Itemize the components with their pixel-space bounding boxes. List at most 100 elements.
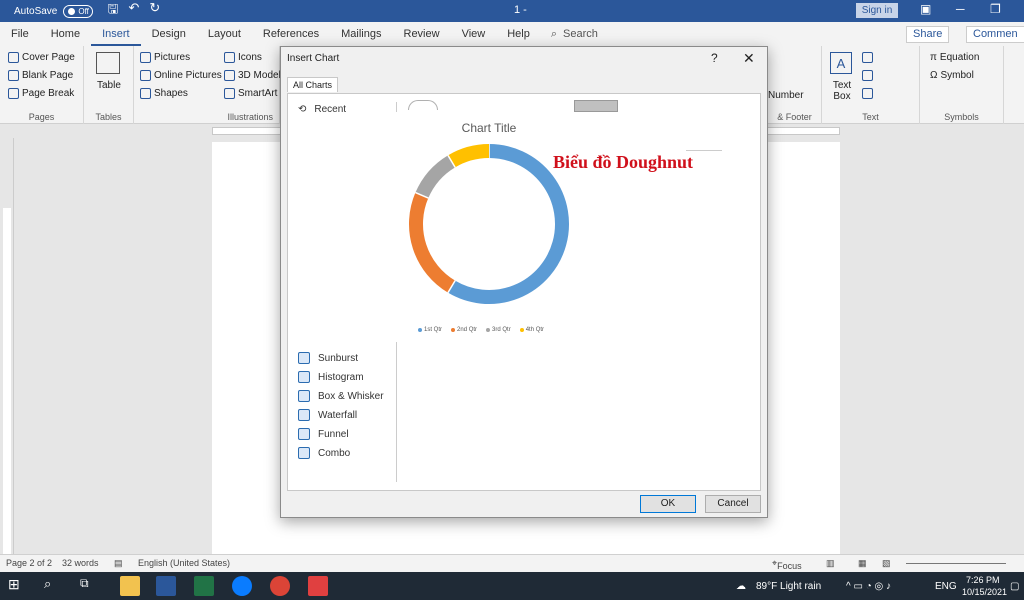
- excel-app-icon[interactable]: [194, 576, 214, 596]
- app-icon[interactable]: [308, 576, 328, 596]
- legend-label: 4th Qtr: [525, 327, 545, 333]
- help-icon[interactable]: ?: [711, 51, 718, 65]
- weather-status[interactable]: 89°F Light rain: [756, 581, 821, 592]
- text-box-icon[interactable]: A: [830, 52, 852, 74]
- legend-item: 4th Qtr: [519, 327, 545, 333]
- shapes-button[interactable]: Shapes: [140, 88, 188, 99]
- tab-view[interactable]: View: [451, 22, 497, 46]
- chart-subtype-selected[interactable]: [574, 100, 618, 112]
- tray-icons[interactable]: ^ ▭ ◔ ◎ ♪: [846, 581, 891, 592]
- table-icon[interactable]: [96, 52, 120, 74]
- cover-page-button[interactable]: Cover Page: [8, 52, 75, 63]
- focus-button[interactable]: ⌖ Focus: [772, 558, 802, 571]
- share-button[interactable]: Share: [906, 26, 950, 43]
- notifications-icon[interactable]: ▢: [1010, 581, 1019, 592]
- file-explorer-icon[interactable]: [120, 576, 140, 596]
- redo-icon[interactable]: ↻: [149, 0, 160, 22]
- 3d-models-button[interactable]: 3D Models: [224, 70, 286, 81]
- tab-mailings[interactable]: Mailings: [330, 22, 392, 46]
- ribbon-tabs: File Home Insert Design Layout Reference…: [0, 22, 1024, 46]
- online-pictures-icon: [140, 70, 151, 81]
- legend-swatch: [519, 328, 524, 332]
- symbol-label: Symbol: [940, 70, 974, 81]
- chart-type-funnel[interactable]: Funnel: [298, 428, 349, 440]
- tab-help[interactable]: Help: [496, 22, 541, 46]
- input-language[interactable]: ENG: [935, 581, 957, 592]
- omega-icon: Ω: [930, 70, 938, 81]
- page-number-button[interactable]: Number: [768, 90, 804, 101]
- drop-cap-icon[interactable]: [862, 88, 873, 99]
- chrome-app-icon[interactable]: [270, 576, 290, 596]
- proofing-icon[interactable]: ▤: [114, 558, 123, 569]
- tab-design[interactable]: Design: [141, 22, 197, 46]
- doughnut-slice: [447, 144, 490, 168]
- clock-time[interactable]: 7:26 PM: [966, 575, 1000, 585]
- ribbon-display-icon[interactable]: ▣: [920, 2, 931, 16]
- chart-type-histogram[interactable]: Histogram: [298, 371, 364, 383]
- icons-button[interactable]: Icons: [224, 52, 262, 63]
- 3d-models-label: 3D Models: [238, 70, 286, 81]
- waterfall-icon: [298, 409, 310, 421]
- funnel-icon: [298, 428, 310, 440]
- chart-type-box-whisker[interactable]: Box & Whisker: [298, 390, 384, 402]
- legend-swatch: [418, 328, 422, 332]
- sign-in-button[interactable]: Sign in: [856, 3, 898, 18]
- text-box-label[interactable]: Text Box: [830, 80, 854, 102]
- legend-label: 1st Qtr: [424, 327, 443, 333]
- tab-file[interactable]: File: [0, 22, 40, 46]
- maximize-icon[interactable]: ❐: [990, 2, 1001, 16]
- tab-insert[interactable]: Insert: [91, 22, 141, 46]
- smartart-label: SmartArt: [238, 88, 278, 99]
- close-icon[interactable]: ✕: [743, 50, 755, 67]
- search-box[interactable]: ⌕ Search: [551, 28, 598, 41]
- shapes-icon: [140, 88, 151, 99]
- zoom-slider[interactable]: [906, 563, 1006, 564]
- cover-page-label: Cover Page: [22, 52, 75, 63]
- pictures-button[interactable]: Pictures: [140, 52, 190, 63]
- page-break-button[interactable]: Page Break: [8, 88, 74, 99]
- word-app-icon[interactable]: [156, 576, 176, 596]
- search-taskbar-icon[interactable]: ⌕: [44, 576, 64, 596]
- cancel-button[interactable]: Cancel: [705, 495, 761, 513]
- ok-button[interactable]: OK: [640, 495, 696, 513]
- print-layout-icon[interactable]: ▦: [858, 558, 867, 569]
- cloud-icon[interactable]: ☁: [736, 581, 746, 592]
- web-layout-icon[interactable]: ▧: [882, 558, 891, 569]
- tab-layout[interactable]: Layout: [197, 22, 252, 46]
- save-icon[interactable]: 🖫: [107, 0, 118, 22]
- autosave-toggle[interactable]: Off: [63, 4, 94, 18]
- page-count[interactable]: Page 2 of 2: [6, 558, 52, 568]
- taskbar: ⊞ ⌕ ⧉ ☁ 89°F Light rain ^ ▭ ◔ ◎ ♪ ENG 7:…: [0, 572, 1024, 600]
- quick-parts-icon[interactable]: [862, 52, 873, 63]
- zalo-app-icon[interactable]: [232, 576, 252, 596]
- chart-subtype-doughnut-thumb[interactable]: [408, 100, 438, 110]
- comments-button[interactable]: Commen: [966, 26, 1024, 43]
- sunburst-label: Sunburst: [318, 352, 359, 364]
- chart-type-waterfall[interactable]: Waterfall: [298, 409, 357, 421]
- symbol-button[interactable]: Ω Symbol: [930, 70, 974, 81]
- word-count[interactable]: 32 words: [62, 558, 99, 568]
- tab-references[interactable]: References: [252, 22, 330, 46]
- equation-button[interactable]: π Equation: [930, 52, 979, 63]
- online-pictures-button[interactable]: Online Pictures: [140, 70, 222, 81]
- blank-page-button[interactable]: Blank Page: [8, 70, 73, 81]
- tab-review[interactable]: Review: [393, 22, 451, 46]
- legend-item: 3rd Qtr: [486, 327, 511, 333]
- toggle-label: Off: [78, 6, 89, 16]
- table-label[interactable]: Table: [97, 80, 121, 91]
- task-view-icon[interactable]: ⧉: [80, 576, 100, 596]
- chart-type-sunburst[interactable]: Sunburst: [298, 352, 358, 364]
- clock-date[interactable]: 10/15/2021: [962, 587, 1007, 597]
- online-pictures-label: Online Pictures: [154, 70, 222, 81]
- wordart-icon[interactable]: [862, 70, 873, 81]
- quick-access-toolbar: 🖫 ↶ ↻: [107, 0, 160, 22]
- language-status[interactable]: English (United States): [138, 558, 230, 568]
- tab-home[interactable]: Home: [40, 22, 91, 46]
- windows-start-icon[interactable]: ⊞: [8, 576, 28, 596]
- tab-all-charts[interactable]: All Charts: [287, 77, 339, 92]
- smartart-button[interactable]: SmartArt: [224, 88, 277, 99]
- chart-type-combo[interactable]: Combo: [298, 447, 350, 459]
- undo-icon[interactable]: ↶: [128, 0, 139, 22]
- minimize-icon[interactable]: ─: [956, 2, 965, 16]
- read-mode-icon[interactable]: ▥: [826, 558, 835, 569]
